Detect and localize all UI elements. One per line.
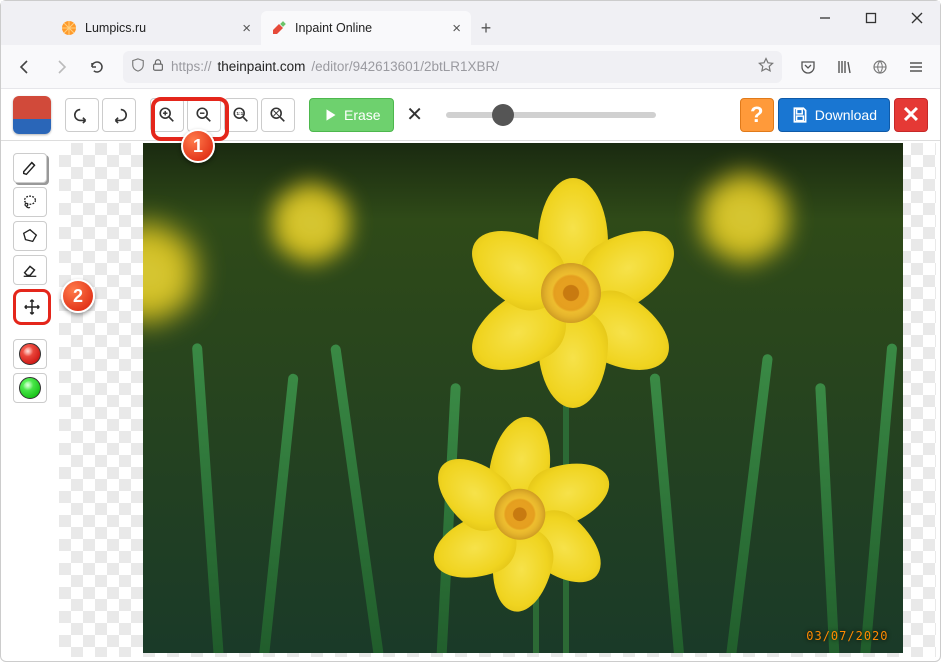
tab-title: Lumpics.ru [85,21,234,35]
help-button[interactable]: ? [740,98,774,132]
browser-titlebar: Lumpics.ru × Inpaint Online × + [1,1,940,45]
zoom-out-button[interactable] [187,98,221,132]
close-icon: ✕ [406,102,423,127]
tab-title: Inpaint Online [295,21,444,35]
zoom-actual-button[interactable]: 1:1 [224,98,258,132]
address-bar[interactable]: https:// theinpaint.com/editor/942613601/… [123,51,782,83]
browser-tab-inpaint[interactable]: Inpaint Online × [261,11,471,45]
nav-reload-icon[interactable] [81,51,113,83]
annotation-callout-1: 1 [181,129,215,163]
eraser-tool[interactable] [13,255,47,285]
canvas-area[interactable]: 03/07/2020 [59,143,936,657]
nav-forward-icon [45,51,77,83]
pocket-icon[interactable] [792,51,824,83]
image-date-stamp: 03/07/2020 [806,629,888,643]
browser-tab-lumpics[interactable]: Lumpics.ru × [51,11,261,45]
zoom-fit-button[interactable] [261,98,295,132]
url-host: theinpaint.com [218,59,306,74]
download-label: Download [815,107,877,123]
marker-tool[interactable] [13,153,47,183]
menu-icon[interactable] [900,51,932,83]
tab-close-icon[interactable]: × [242,20,251,37]
remove-color-tool[interactable] [13,339,47,369]
help-label: ? [750,102,763,128]
tool-sidebar [13,153,49,403]
app-toolbar: 1:1 Erase ✕ ? Download ✕ [1,89,940,141]
window-minimize-icon[interactable] [802,1,848,35]
bookmark-star-icon[interactable] [758,57,774,76]
app-logo [13,96,51,134]
lasso-tool[interactable] [13,187,47,217]
cancel-erase-button[interactable]: ✕ [398,98,432,132]
close-icon: ✕ [902,102,920,128]
undo-button[interactable] [65,98,99,132]
extensions-icon[interactable] [864,51,896,83]
erase-label: Erase [344,107,381,123]
url-protocol: https:// [171,59,212,74]
redo-button[interactable] [102,98,136,132]
edited-image[interactable]: 03/07/2020 [143,143,903,653]
nav-back-icon[interactable] [9,51,41,83]
zoom-in-button[interactable] [150,98,184,132]
move-tool[interactable] [13,289,51,325]
erase-button[interactable]: Erase [309,98,394,132]
download-button[interactable]: Download [778,98,890,132]
svg-text:1:1: 1:1 [236,111,243,117]
favicon-lumpics [61,20,77,36]
keep-color-tool[interactable] [13,373,47,403]
slider-thumb[interactable] [492,104,514,126]
url-path: /editor/942613601/2btLR1XBR/ [311,59,499,74]
shield-icon [131,58,145,75]
lock-icon [151,58,165,75]
annotation-callout-2: 2 [61,279,95,313]
browser-navbar: https:// theinpaint.com/editor/942613601/… [1,45,940,89]
window-close-icon[interactable] [894,1,940,35]
favicon-inpaint [271,20,287,36]
polygon-tool[interactable] [13,221,47,251]
window-maximize-icon[interactable] [848,1,894,35]
window-controls [802,1,940,45]
tab-close-icon[interactable]: × [452,20,461,37]
brush-size-slider[interactable] [446,112,656,118]
library-icon[interactable] [828,51,860,83]
close-editor-button[interactable]: ✕ [894,98,928,132]
new-tab-button[interactable]: + [471,11,501,45]
